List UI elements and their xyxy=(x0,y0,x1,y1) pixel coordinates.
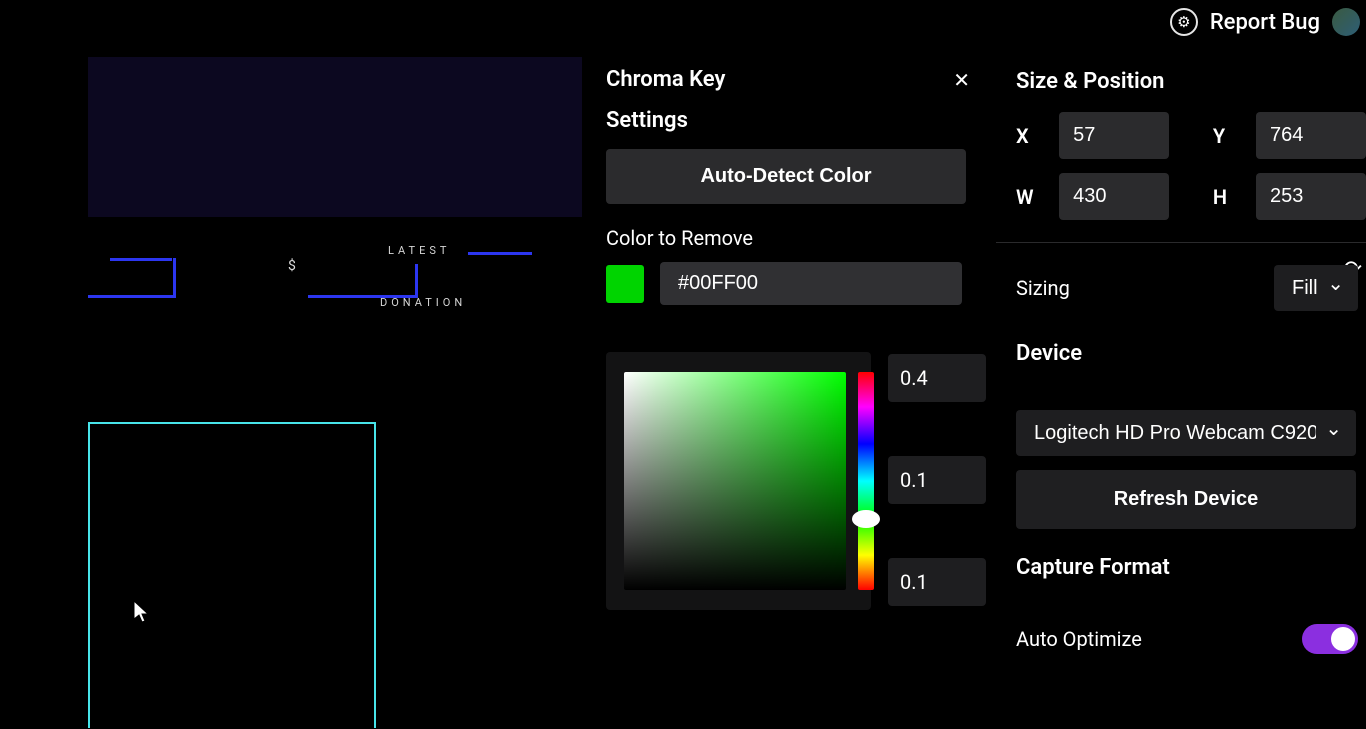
overlay-label-latest: LATEST xyxy=(388,244,450,257)
size-position-title: Size & Position xyxy=(996,57,1366,112)
color-picker[interactable]: 0.4 0.1 0.1 xyxy=(606,352,988,610)
overlay-label-donation: DONATION xyxy=(380,296,466,309)
smoothness-value[interactable]: 0.1 xyxy=(888,456,986,504)
hue-slider[interactable] xyxy=(858,372,874,590)
y-label: Y xyxy=(1213,124,1238,148)
chroma-key-panel: Chroma Key ✕ Settings Auto-Detect Color … xyxy=(588,57,988,305)
auto-detect-color-button[interactable]: Auto-Detect Color xyxy=(606,149,966,204)
color-swatch[interactable] xyxy=(606,265,644,303)
chroma-key-title: Chroma Key xyxy=(606,67,725,92)
auto-optimize-toggle[interactable] xyxy=(1302,624,1358,654)
device-title: Device xyxy=(996,311,1366,384)
top-bar: ⚙ Report Bug xyxy=(1170,8,1366,36)
auto-optimize-label: Auto Optimize xyxy=(1016,627,1142,651)
w-label: W xyxy=(1016,185,1041,209)
color-to-remove-label: Color to Remove xyxy=(588,204,988,262)
report-bug-link[interactable]: Report Bug xyxy=(1210,10,1320,35)
settings-gear-icon[interactable]: ⚙ xyxy=(1170,8,1198,36)
saturation-value-area[interactable] xyxy=(624,372,846,590)
properties-panel: Size & Position X Y W H ⟳ Sizing Fill De… xyxy=(996,57,1366,654)
spill-value[interactable]: 0.1 xyxy=(888,558,986,606)
sizing-dropdown[interactable]: Fill xyxy=(1274,265,1358,311)
hex-input[interactable] xyxy=(660,262,962,305)
sizing-label: Sizing xyxy=(1016,276,1070,300)
similarity-value[interactable]: 0.4 xyxy=(888,354,986,402)
device-dropdown[interactable]: Logitech HD Pro Webcam C920 xyxy=(1016,410,1356,456)
selected-source-outline[interactable] xyxy=(88,422,376,728)
h-label: H xyxy=(1213,185,1238,209)
x-label: X xyxy=(1016,124,1041,148)
x-input[interactable] xyxy=(1059,112,1169,159)
refresh-device-button[interactable]: Refresh Device xyxy=(1016,470,1356,529)
scene-preview[interactable] xyxy=(88,57,582,217)
hue-slider-handle[interactable] xyxy=(852,510,880,528)
w-input[interactable] xyxy=(1059,173,1169,220)
capture-format-title: Capture Format xyxy=(996,529,1366,598)
h-input[interactable] xyxy=(1256,173,1366,220)
chroma-settings-subtitle: Settings xyxy=(588,102,988,149)
mouse-cursor-icon xyxy=(133,600,151,624)
avatar[interactable] xyxy=(1332,8,1360,36)
overlay-strip: $ LATEST DONATION xyxy=(88,240,582,310)
y-input[interactable] xyxy=(1256,112,1366,159)
close-icon[interactable]: ✕ xyxy=(953,68,970,92)
overlay-dollar: $ xyxy=(288,258,296,274)
